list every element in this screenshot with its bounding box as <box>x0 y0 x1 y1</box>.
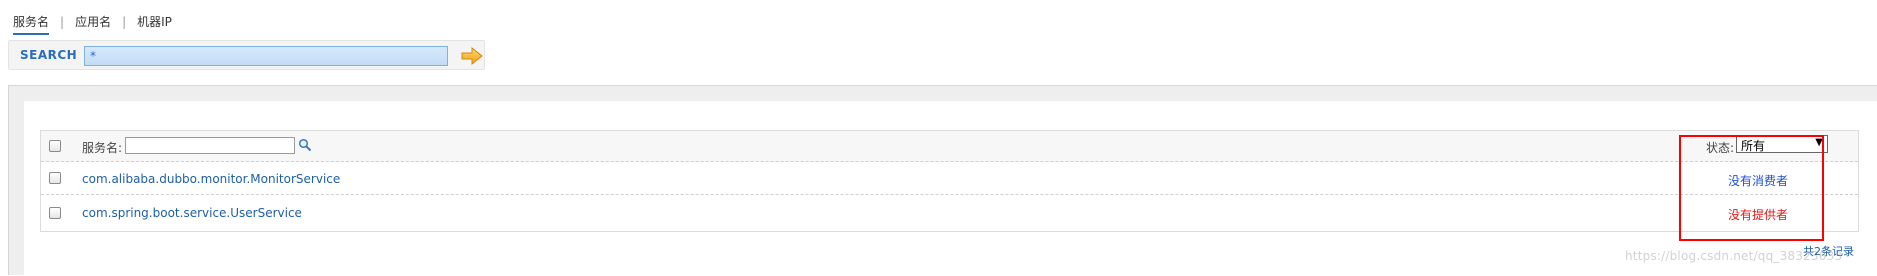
top-tabs: 服务名 | 应用名 | 机器IP <box>13 13 172 35</box>
search-label: SEARCH <box>20 48 78 62</box>
service-name-filter-input[interactable] <box>125 137 295 154</box>
tab-separator: | <box>60 15 65 29</box>
table-header-row: 服务名: 状态: 所有 ▼ <box>41 131 1858 162</box>
service-link[interactable]: com.alibaba.dubbo.monitor.MonitorService <box>82 172 340 186</box>
tab-separator: | <box>122 15 127 29</box>
arrow-right-icon[interactable] <box>461 46 483 66</box>
state-filter-value: 所有 <box>1741 139 1766 153</box>
table-row: com.alibaba.dubbo.monitor.MonitorService… <box>41 162 1858 195</box>
search-bar: SEARCH * <box>8 40 485 70</box>
tab-application-name[interactable]: 应用名 <box>75 14 111 30</box>
service-link[interactable]: com.spring.boot.service.UserService <box>82 206 302 220</box>
panel-content: 服务名: 状态: 所有 ▼ com.alibaba.dubbo.monitor.… <box>24 101 1877 276</box>
row-checkbox[interactable] <box>49 172 61 184</box>
service-name-filter-label: 服务名: <box>82 141 123 155</box>
main-panel: 服务名: 状态: 所有 ▼ com.alibaba.dubbo.monitor.… <box>8 85 1877 276</box>
dropdown-arrow-icon: ▼ <box>1815 137 1823 148</box>
status-text: 没有提供者 <box>1728 208 1789 222</box>
table-row: com.spring.boot.service.UserService 没有提供… <box>41 196 1858 229</box>
services-table: 服务名: 状态: 所有 ▼ com.alibaba.dubbo.monitor.… <box>40 130 1859 232</box>
total-records[interactable]: 共2条记录 <box>1803 243 1854 259</box>
row-checkbox[interactable] <box>49 206 61 219</box>
magnifier-icon[interactable] <box>298 138 312 152</box>
status-text: 没有消费者 <box>1728 174 1789 188</box>
state-filter-select[interactable]: 所有 ▼ <box>1736 135 1828 153</box>
select-all-checkbox[interactable] <box>49 140 61 152</box>
state-filter-label: 状态: <box>1706 141 1735 155</box>
tab-machine-ip[interactable]: 机器IP <box>137 14 172 30</box>
tab-service-name[interactable]: 服务名 <box>13 14 50 35</box>
search-input[interactable]: * <box>84 46 448 66</box>
